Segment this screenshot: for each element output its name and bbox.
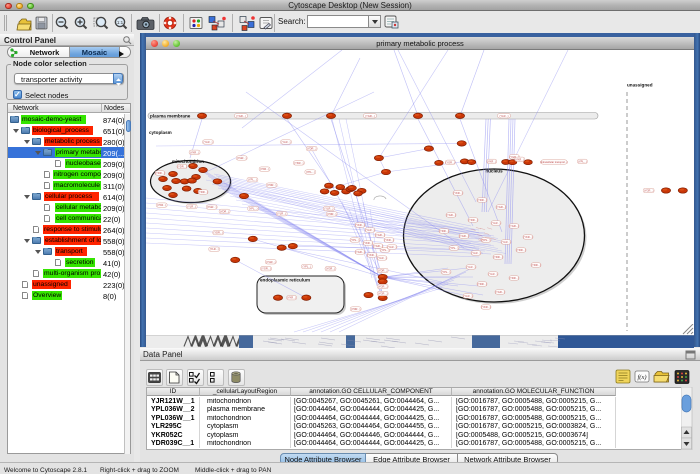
svg-text:(YGR...): (YGR...) [326, 267, 336, 271]
svg-text:(YDR...): (YDR...) [477, 198, 487, 202]
svg-text:(YDR...): (YDR...) [477, 282, 487, 286]
svg-text:(YKR...): (YKR...) [355, 223, 364, 227]
svg-text:(YLR...): (YLR...) [492, 221, 501, 225]
svg-text:(YDR...): (YDR...) [214, 231, 224, 235]
svg-text:(YGR...): (YGR...) [446, 213, 456, 217]
svg-text:(YPL...): (YPL...) [248, 178, 257, 182]
svg-text:(YLR...): (YLR...) [277, 212, 286, 216]
svg-text:(YGR...): (YGR...) [375, 233, 385, 237]
svg-text:(YGR...): (YGR...) [207, 205, 217, 209]
svg-text:(YLR...): (YLR...) [502, 240, 511, 244]
svg-text:(YKR...): (YKR...) [157, 203, 166, 207]
svg-text:(YDR...): (YDR...) [177, 165, 187, 169]
svg-text:mitochondrion: mitochondrion [172, 159, 204, 164]
svg-text:(YKR...): (YKR...) [481, 305, 490, 309]
svg-text:(YLR...): (YLR...) [489, 272, 498, 276]
svg-text:(YGR...): (YGR...) [236, 114, 246, 118]
svg-text:(YKR...): (YKR...) [487, 159, 496, 163]
svg-text:(YLR...): (YLR...) [464, 294, 473, 298]
svg-text:(YLR...): (YLR...) [187, 205, 196, 209]
svg-text:(YLR...): (YLR...) [467, 265, 476, 269]
svg-text:(YKR...): (YKR...) [367, 253, 376, 257]
svg-text:(YDR...): (YDR...) [220, 209, 230, 213]
svg-text:1:1: 1:1 [117, 20, 124, 25]
svg-text:(YKR...): (YKR...) [294, 161, 303, 165]
svg-text:(YPL...): (YPL...) [306, 170, 315, 174]
svg-text:(YDR...): (YDR...) [516, 248, 526, 252]
svg-text:endoplasmic reticulum: endoplasmic reticulum [260, 278, 310, 283]
svg-text:cytoplasm: cytoplasm [149, 130, 172, 135]
svg-text:unassigned: unassigned [627, 83, 653, 88]
svg-text:(YLR...): (YLR...) [378, 256, 387, 260]
svg-text:(YPL...): (YPL...) [303, 265, 312, 269]
svg-text:(YGR...): (YGR...) [459, 234, 469, 238]
svg-text:(YPL...): (YPL...) [351, 238, 360, 242]
svg-text:(YGR...): (YGR...) [237, 156, 247, 160]
svg-text:(YPL...): (YPL...) [450, 246, 459, 250]
svg-text:(YDR...): (YDR...) [439, 229, 449, 233]
svg-text:(YDR...): (YDR...) [531, 263, 541, 267]
svg-text:(YGR...): (YGR...) [495, 290, 505, 294]
svg-text:(YDR...): (YDR...) [267, 183, 277, 187]
svg-text:(YDR...): (YDR...) [351, 307, 361, 311]
svg-text:(YKR...): (YKR...) [515, 157, 524, 161]
svg-text:(YGR...): (YGR...) [378, 285, 388, 289]
svg-text:(YLR...): (YLR...) [204, 140, 213, 144]
svg-text:(YKR...): (YKR...) [260, 167, 269, 171]
svg-text:(YDR...): (YDR...) [509, 276, 519, 280]
svg-text:(intracellular transport...): (intracellular transport...) [540, 160, 568, 164]
svg-text:(YLR...): (YLR...) [366, 228, 375, 232]
svg-text:(YGR...): (YGR...) [365, 114, 375, 118]
svg-text:(YLR...): (YLR...) [472, 251, 481, 255]
svg-text:(YLR...): (YLR...) [282, 140, 291, 144]
svg-text:(YGR...): (YGR...) [261, 267, 271, 271]
svg-text:(YKR...): (YKR...) [523, 235, 532, 239]
svg-text:(YKR...): (YKR...) [287, 296, 296, 300]
svg-text:(YGR...): (YGR...) [266, 260, 276, 264]
svg-text:(YLR...): (YLR...) [324, 207, 333, 211]
svg-text:(YDR...): (YDR...) [198, 190, 208, 194]
svg-text:(YKR...): (YKR...) [190, 150, 199, 154]
svg-text:(YKR...): (YKR...) [384, 238, 393, 242]
svg-text:(YLR...): (YLR...) [210, 247, 219, 251]
svg-text:(YGR...): (YGR...) [644, 189, 654, 193]
svg-text:(YGR...): (YGR...) [496, 205, 506, 209]
svg-text:(YDR...): (YDR...) [378, 269, 388, 273]
svg-text:(YDR...): (YDR...) [493, 255, 503, 259]
svg-text:(YDR...): (YDR...) [307, 147, 317, 151]
svg-text:(YLR...): (YLR...) [500, 114, 509, 118]
svg-text:(YGR...): (YGR...) [378, 292, 388, 296]
svg-text:(YDR...): (YDR...) [327, 212, 337, 216]
svg-text:(YKR...): (YKR...) [453, 191, 462, 195]
svg-text:(YGR...): (YGR...) [373, 244, 383, 248]
svg-text:(YDR...): (YDR...) [468, 218, 478, 222]
svg-text:(YDR...): (YDR...) [155, 171, 165, 175]
svg-text:(YGR...): (YGR...) [355, 250, 365, 254]
svg-text:(YGR...): (YGR...) [509, 224, 519, 228]
svg-text:(YKR...): (YKR...) [363, 241, 372, 245]
svg-text:plasma membrane: plasma membrane [150, 113, 191, 118]
svg-text:(YPL...): (YPL...) [249, 207, 258, 211]
svg-text:(YPL...): (YPL...) [578, 159, 587, 163]
svg-text:(YLR...): (YLR...) [388, 245, 397, 249]
svg-text:(YGR...): (YGR...) [446, 160, 456, 164]
svg-text:f(x): f(x) [637, 374, 646, 381]
svg-text:(YPL...): (YPL...) [442, 270, 451, 274]
